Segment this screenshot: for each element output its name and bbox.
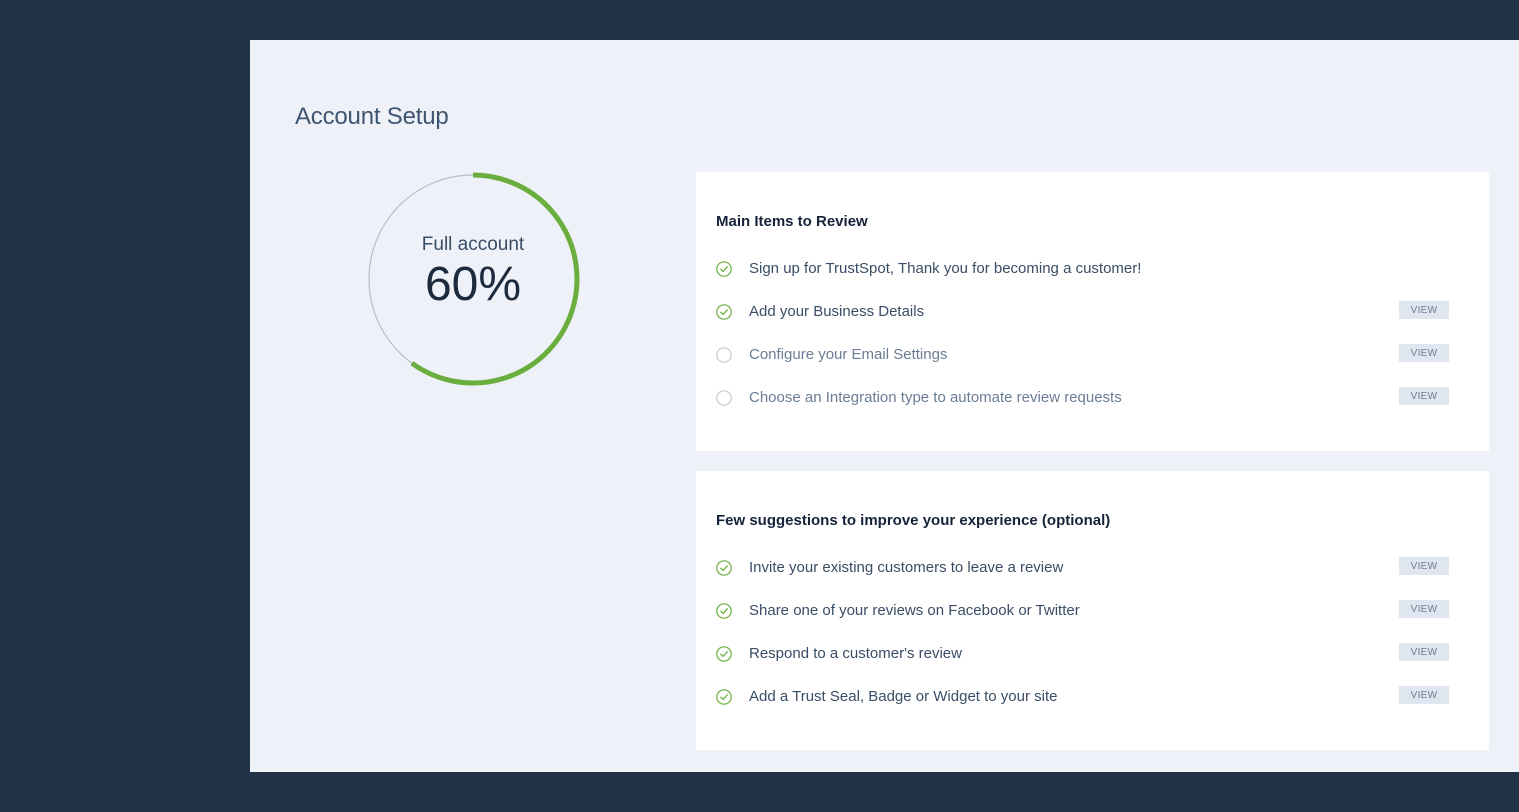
main-item-label: Configure your Email Settings (749, 346, 948, 363)
suggestion-item: Respond to a customer's review VIEW (716, 642, 1449, 666)
check-circle-icon (716, 689, 732, 705)
suggestion-item-label: Respond to a customer's review (749, 645, 962, 662)
view-button[interactable]: VIEW (1399, 301, 1449, 319)
main-items-card: Main Items to Review Sign up for TrustSp… (696, 172, 1489, 451)
check-circle-icon (716, 261, 732, 277)
view-button[interactable]: VIEW (1399, 600, 1449, 618)
suggestion-item-label: Share one of your reviews on Facebook or… (749, 602, 1080, 619)
main-item-label: Choose an Integration type to automate r… (749, 389, 1122, 406)
suggestion-item: Invite your existing customers to leave … (716, 556, 1449, 580)
suggestion-item-label: Invite your existing customers to leave … (749, 559, 1064, 576)
view-button[interactable]: VIEW (1399, 643, 1449, 661)
view-button[interactable]: VIEW (1399, 557, 1449, 575)
view-button[interactable]: VIEW (1399, 387, 1449, 405)
main-items-title: Main Items to Review (716, 213, 868, 230)
progress-label: Full account (421, 234, 525, 255)
suggestion-item: Share one of your reviews on Facebook or… (716, 599, 1449, 623)
check-circle-icon (716, 304, 732, 320)
suggestion-item-label: Add a Trust Seal, Badge or Widget to you… (749, 688, 1058, 705)
check-circle-icon (716, 646, 732, 662)
check-circle-icon (716, 603, 732, 619)
progress-percent: 60% (424, 258, 522, 311)
view-button[interactable]: VIEW (1399, 344, 1449, 362)
main-item-label: Add your Business Details (749, 303, 925, 320)
check-circle-icon (716, 560, 732, 576)
suggestion-item: Add a Trust Seal, Badge or Widget to you… (716, 685, 1449, 709)
account-setup-panel: Account Setup Full account 60% Main Item… (250, 40, 1519, 772)
page-title: Account Setup (295, 103, 449, 130)
view-button[interactable]: VIEW (1399, 686, 1449, 704)
main-item: Sign up for TrustSpot, Thank you for bec… (716, 257, 1449, 281)
main-item: Add your Business Details VIEW (716, 300, 1449, 324)
suggestions-title: Few suggestions to improve your experien… (716, 512, 1111, 529)
suggestions-card: Few suggestions to improve your experien… (696, 471, 1489, 750)
main-item: Choose an Integration type to automate r… (716, 386, 1449, 410)
empty-circle-icon (716, 347, 732, 363)
main-item-label: Sign up for TrustSpot, Thank you for bec… (749, 260, 1142, 277)
progress-ring: Full account 60% (366, 169, 586, 389)
main-item: Configure your Email Settings VIEW (716, 343, 1449, 367)
empty-circle-icon (716, 390, 732, 406)
